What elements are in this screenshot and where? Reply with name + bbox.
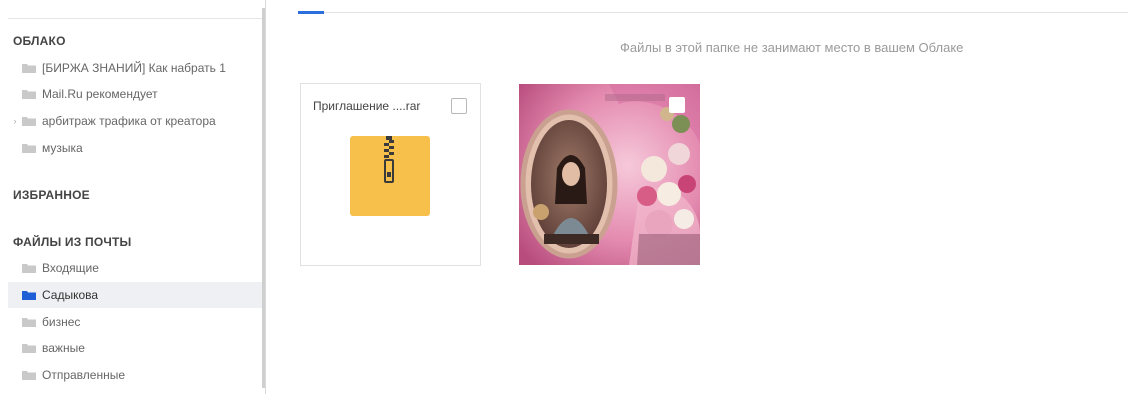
sidebar-item-mailru[interactable]: Mail.Ru рекомендует (8, 81, 264, 107)
sidebar-item-label: [БИРЖА ЗНАНИЙ] Как набрать 1 (42, 61, 226, 75)
sidebar-item-sadykova[interactable]: Садыкова (8, 282, 264, 308)
sidebar-item-vazhnye[interactable]: важные (8, 335, 264, 361)
sidebar-item-label: музыка (42, 141, 83, 155)
folder-icon (22, 263, 36, 273)
sidebar-item-label: важные (42, 341, 85, 355)
sidebar-item-muzyka[interactable]: музыка (8, 135, 264, 161)
file-card-archive[interactable]: Приглашение ....rar (300, 83, 481, 266)
sidebar-item-label: Садыкова (42, 288, 99, 302)
sidebar-item-label: Входящие (42, 261, 99, 275)
sidebar-item-label: Отправленные (42, 368, 126, 382)
sidebar-item-label: арбитраж трафика от креатора (42, 114, 216, 128)
file-area: Файлы в этой папке не занимают место в в… (278, 0, 1128, 394)
section-title-cloud[interactable]: ОБЛАКО (13, 34, 66, 48)
sidebar: ОБЛАКО [БИРЖА ЗНАНИЙ] Как набрать 1 Mail… (0, 0, 266, 394)
sidebar-divider (8, 18, 262, 19)
chevron-right-icon[interactable]: › (8, 116, 22, 126)
sidebar-item-sent[interactable]: Отправленные (8, 362, 264, 388)
zip-archive-icon (350, 136, 430, 216)
sidebar-item-birzha[interactable]: [БИРЖА ЗНАНИЙ] Как набрать 1 (8, 55, 264, 81)
folder-icon (22, 63, 36, 73)
sidebar-scrollbar[interactable] (262, 8, 265, 388)
folder-icon (22, 290, 36, 300)
section-title-favorites[interactable]: ИЗБРАННОЕ (13, 188, 90, 202)
sidebar-item-biznes[interactable]: бизнес (8, 309, 264, 335)
folder-info-text: Файлы в этой папке не занимают место в в… (620, 40, 964, 55)
folder-icon (22, 370, 36, 380)
folder-icon (22, 143, 36, 153)
folder-icon (22, 89, 36, 99)
sidebar-item-label: бизнес (42, 315, 81, 329)
active-tab-indicator (298, 11, 324, 14)
toolbar-divider (298, 12, 1128, 13)
file-select-checkbox[interactable] (669, 97, 685, 113)
folder-icon (22, 116, 36, 126)
file-card-image[interactable] (519, 84, 700, 265)
file-select-checkbox[interactable] (451, 98, 467, 114)
sidebar-item-label: Mail.Ru рекомендует (42, 87, 158, 101)
folder-icon (22, 343, 36, 353)
section-title-mail-files[interactable]: ФАЙЛЫ ИЗ ПОЧТЫ (13, 235, 131, 249)
folder-icon (22, 317, 36, 327)
sidebar-item-arbitrazh[interactable]: › арбитраж трафика от креатора (8, 108, 264, 134)
file-name: Приглашение ....rar (313, 99, 421, 113)
sidebar-item-inbox[interactable]: Входящие (8, 255, 264, 281)
